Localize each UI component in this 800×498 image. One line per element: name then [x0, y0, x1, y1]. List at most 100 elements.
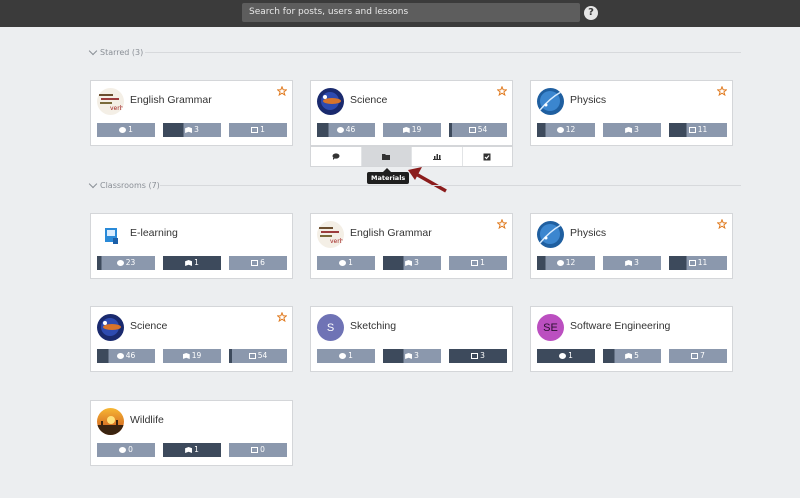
book-icon	[405, 353, 413, 359]
materials-count[interactable]: 7	[669, 349, 727, 363]
card-title: Software Engineering	[570, 320, 671, 332]
star-icon[interactable]	[497, 219, 507, 229]
chevron-down-icon	[88, 179, 98, 188]
book-icon	[185, 447, 193, 453]
classroom-card-software-engineering[interactable]: SE Software Engineering 1 5 7	[530, 306, 733, 372]
top-bar: Search for posts, users and lessons ?	[0, 0, 800, 27]
lessons-count[interactable]: 19	[163, 349, 221, 363]
list-icon	[688, 260, 696, 266]
materials-count[interactable]: 54	[229, 349, 287, 363]
classroom-card-physics[interactable]: Physics 12 3 11	[530, 213, 733, 279]
star-icon[interactable]	[497, 86, 507, 96]
card-title: Science	[350, 94, 388, 106]
comments-count[interactable]: 46	[317, 123, 375, 137]
chat-icon	[556, 127, 564, 133]
check-icon	[483, 153, 491, 160]
book-icon	[625, 353, 633, 359]
english-grammar-avatar: verbs	[97, 88, 124, 115]
materials-count[interactable]: 1	[229, 123, 287, 137]
science-avatar	[97, 314, 124, 341]
classrooms-section-label: Classrooms (7)	[100, 180, 160, 190]
comments-count[interactable]: 1	[537, 349, 595, 363]
starred-section-label: Starred (3)	[100, 47, 144, 57]
classroom-card-physics[interactable]: Physics 12 3 11	[530, 80, 733, 146]
materials-count[interactable]: 0	[229, 443, 287, 457]
card-title: Wildlife	[130, 414, 164, 426]
star-icon[interactable]	[717, 86, 727, 96]
lessons-count[interactable]: 3	[603, 123, 661, 137]
comments-count[interactable]: 12	[537, 256, 595, 270]
lessons-count[interactable]: 5	[603, 349, 661, 363]
materials-count[interactable]: 3	[449, 349, 507, 363]
lessons-count[interactable]: 3	[163, 123, 221, 137]
science-avatar	[317, 88, 344, 115]
tasks-tab-button[interactable]	[463, 147, 513, 166]
classrooms-section-header[interactable]: Classrooms (7)	[88, 179, 160, 191]
classroom-card-science[interactable]: Science 46 19 54	[90, 306, 293, 372]
list-icon	[251, 447, 259, 453]
section-divider	[160, 185, 741, 186]
comments-count[interactable]: 1	[317, 349, 375, 363]
help-icon[interactable]: ?	[584, 6, 598, 20]
classroom-card-sketching[interactable]: S Sketching 1 3 3	[310, 306, 513, 372]
book-icon	[625, 127, 633, 133]
materials-count[interactable]: 11	[669, 256, 727, 270]
book-icon	[182, 353, 190, 359]
materials-count[interactable]: 6	[229, 256, 287, 270]
search-input[interactable]: Search for posts, users and lessons	[242, 3, 580, 22]
list-icon	[251, 127, 259, 133]
physics-avatar	[537, 88, 564, 115]
physics-avatar	[537, 221, 564, 248]
card-title: English Grammar	[350, 227, 432, 239]
comments-count[interactable]: 0	[97, 443, 155, 457]
starred-section-header[interactable]: Starred (3)	[88, 46, 144, 58]
chat-icon	[116, 353, 124, 359]
lessons-count[interactable]: 3	[383, 349, 441, 363]
materials-count[interactable]: 54	[449, 123, 507, 137]
classroom-card-science[interactable]: Science 46 19 54	[310, 80, 513, 146]
star-icon[interactable]	[277, 312, 287, 322]
chat-icon	[336, 127, 344, 133]
classroom-card-english-grammar[interactable]: verbs English Grammar 1 3 1	[90, 80, 293, 146]
comments-count[interactable]: 12	[537, 123, 595, 137]
lessons-count[interactable]: 1	[163, 443, 221, 457]
chat-icon	[332, 153, 340, 160]
card-title: Sketching	[350, 320, 397, 332]
star-icon[interactable]	[277, 86, 287, 96]
star-icon[interactable]	[717, 219, 727, 229]
wildlife-avatar	[97, 408, 124, 435]
chat-icon	[559, 353, 567, 359]
chat-icon	[116, 260, 124, 266]
list-icon	[691, 353, 699, 359]
lessons-count[interactable]: 3	[383, 256, 441, 270]
comments-count[interactable]: 46	[97, 349, 155, 363]
chat-icon	[119, 447, 127, 453]
comments-count[interactable]: 1	[97, 123, 155, 137]
section-divider	[145, 52, 741, 53]
software-engineering-avatar: SE	[537, 314, 564, 341]
classroom-card-e-learning[interactable]: E-learning 23 1 6	[90, 213, 293, 279]
comments-count[interactable]: 1	[317, 256, 375, 270]
arrow-icon	[408, 167, 447, 193]
list-icon	[471, 353, 479, 359]
materials-count[interactable]: 1	[449, 256, 507, 270]
chat-icon	[339, 353, 347, 359]
classroom-card-wildlife[interactable]: Wildlife 0 1 0	[90, 400, 293, 466]
lessons-count[interactable]: 1	[163, 256, 221, 270]
comments-tab-button[interactable]	[311, 147, 362, 166]
list-icon	[251, 260, 259, 266]
book-icon	[402, 127, 410, 133]
comments-count[interactable]: 23	[97, 256, 155, 270]
materials-count[interactable]: 11	[669, 123, 727, 137]
english-grammar-avatar: verbs	[317, 221, 344, 248]
lessons-count[interactable]: 19	[383, 123, 441, 137]
folder-icon	[382, 154, 391, 160]
card-title: English Grammar	[130, 94, 212, 106]
card-title: Physics	[570, 227, 607, 239]
lessons-count[interactable]: 3	[603, 256, 661, 270]
svg-text:verbs: verbs	[330, 238, 344, 245]
book-icon	[185, 260, 193, 266]
classroom-card-english-grammar[interactable]: verbs English Grammar 1 3 1	[310, 213, 513, 279]
card-title: E-learning	[130, 227, 178, 239]
e-learning-avatar	[97, 221, 124, 248]
